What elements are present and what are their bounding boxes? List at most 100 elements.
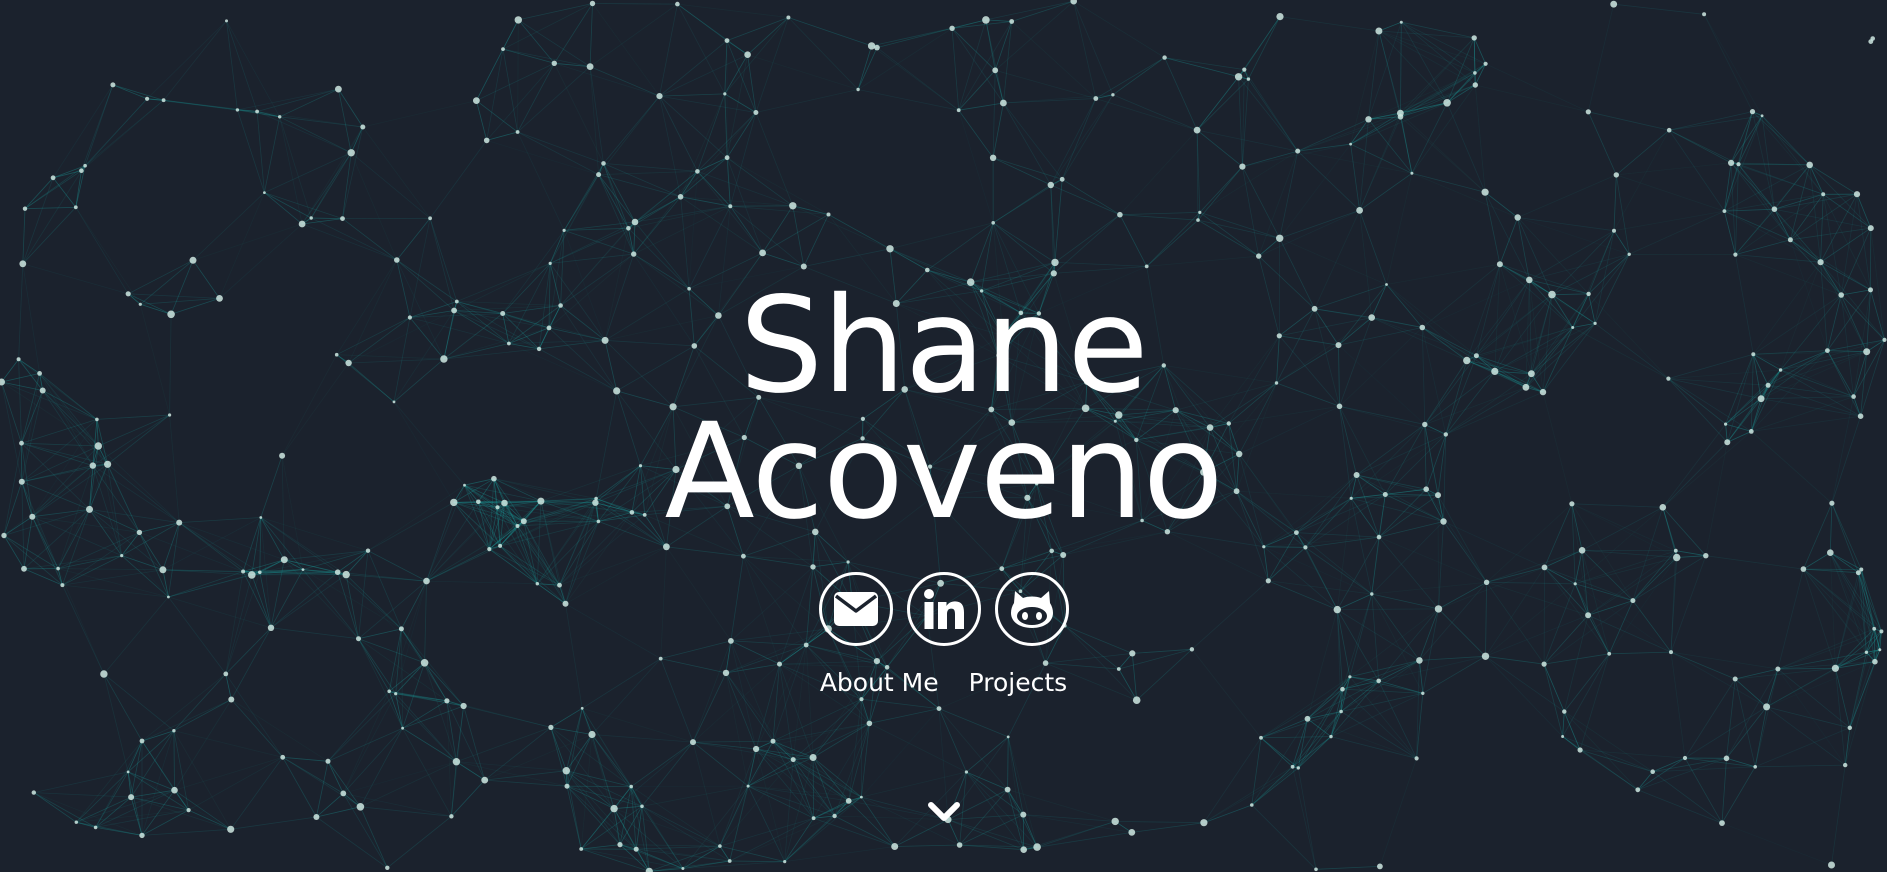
- linkedin-button[interactable]: [906, 572, 981, 646]
- network-edge: [360, 806, 452, 817]
- network-edge: [550, 727, 593, 735]
- network-edge: [396, 218, 431, 261]
- network-edge: [282, 756, 329, 762]
- network-edge: [680, 196, 690, 289]
- network-edge: [128, 259, 194, 295]
- network-edge: [1197, 219, 1259, 257]
- network-node: [83, 163, 87, 168]
- network-edge: [1726, 385, 1769, 443]
- network-node: [1872, 658, 1878, 665]
- network-edge: [92, 465, 180, 523]
- email-button[interactable]: [818, 572, 893, 646]
- network-edge: [1338, 344, 1426, 425]
- scroll-down-button[interactable]: [926, 798, 962, 828]
- network-edge: [1242, 150, 1298, 167]
- network-edge: [1338, 327, 1423, 346]
- network-node: [1239, 163, 1246, 170]
- network-edge: [1735, 254, 1754, 355]
- network-node: [1162, 55, 1167, 60]
- network-node: [723, 92, 727, 96]
- network-node: [1787, 237, 1793, 243]
- network-edge: [1007, 736, 1038, 848]
- network-edge: [828, 214, 891, 250]
- github-button[interactable]: [994, 572, 1069, 646]
- network-edge: [264, 116, 281, 193]
- network-node: [335, 85, 342, 93]
- network-edge: [1385, 494, 1444, 522]
- network-edge: [429, 140, 488, 219]
- network-node: [1200, 819, 1208, 827]
- network-edge: [1199, 212, 1259, 257]
- network-node: [39, 387, 46, 394]
- network-node: [592, 499, 599, 506]
- network-node: [483, 137, 490, 144]
- network-edge: [1725, 385, 1769, 425]
- network-edge: [1579, 749, 1653, 773]
- network-node: [1471, 35, 1477, 41]
- network-edge: [630, 741, 694, 787]
- network-node: [1825, 348, 1830, 353]
- network-edge: [1001, 483, 1038, 569]
- network-node: [1868, 287, 1873, 293]
- network-node: [216, 295, 223, 302]
- network-edge: [517, 19, 519, 133]
- network-node: [1569, 501, 1575, 507]
- network-edge: [1422, 327, 1477, 357]
- network-edge: [282, 757, 317, 818]
- network-edge: [1036, 414, 1120, 485]
- network-edge: [1386, 284, 1423, 328]
- network-edge: [692, 740, 774, 743]
- network-edge: [1314, 210, 1360, 309]
- network-edge: [179, 522, 285, 561]
- network-node: [580, 706, 584, 710]
- network-node: [1851, 394, 1856, 399]
- network-edge: [451, 761, 457, 817]
- network-edge: [174, 789, 231, 830]
- network-node: [1198, 210, 1202, 214]
- network-node: [1673, 548, 1678, 553]
- network-edge: [726, 397, 760, 507]
- network-node: [481, 776, 489, 784]
- network-node: [1314, 867, 1318, 872]
- network-node: [687, 286, 691, 291]
- network-edge: [1386, 173, 1413, 285]
- network-node: [1115, 411, 1123, 419]
- network-edge: [1752, 354, 1762, 399]
- network-edge: [95, 740, 143, 828]
- network-node: [949, 25, 955, 31]
- network-node: [867, 42, 876, 50]
- network-node: [1329, 734, 1333, 739]
- network-edge: [1061, 94, 1114, 180]
- network-node: [629, 510, 635, 515]
- network-node: [631, 218, 639, 226]
- network-node: [1276, 333, 1282, 339]
- network-edge: [1112, 57, 1165, 96]
- network-node: [1042, 660, 1049, 666]
- projects-link[interactable]: Projects: [969, 667, 1068, 699]
- network-edge: [1119, 214, 1148, 267]
- network-edge: [174, 756, 283, 791]
- network-node: [1483, 61, 1488, 66]
- network-node: [759, 249, 766, 257]
- network-node: [1144, 264, 1149, 269]
- network-edge: [1437, 494, 1487, 583]
- network-edge: [21, 373, 40, 482]
- network-node: [452, 758, 461, 766]
- network-edge: [565, 770, 582, 850]
- network-edge: [1615, 174, 1630, 255]
- network-node: [139, 832, 145, 839]
- network-edge: [1248, 16, 1281, 80]
- about-me-link[interactable]: About Me: [820, 667, 939, 699]
- network-node: [1296, 766, 1301, 770]
- network-edge: [861, 699, 870, 724]
- network-edge: [803, 248, 891, 267]
- network-edge: [1053, 273, 1088, 383]
- network-node: [1870, 36, 1875, 41]
- network-node: [645, 867, 653, 872]
- network-edge: [1279, 210, 1360, 239]
- network-edge: [139, 304, 170, 416]
- network-edge: [1616, 162, 1732, 176]
- network-node: [1817, 259, 1824, 266]
- network-node: [724, 155, 730, 161]
- network-edge: [259, 517, 262, 573]
